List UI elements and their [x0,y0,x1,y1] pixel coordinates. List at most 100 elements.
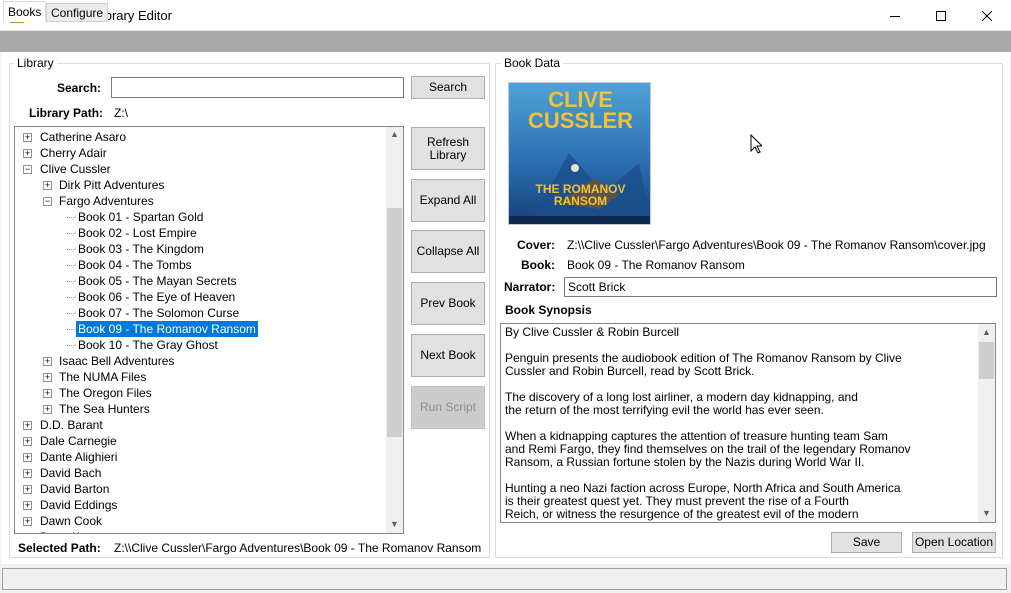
minimize-button[interactable] [872,0,918,31]
expand-node-icon[interactable]: + [23,501,32,510]
synopsis-textarea[interactable]: By Clive Cussler & Robin Burcell Penguin… [500,323,996,523]
tree-node-label[interactable]: Isaac Bell Adventures [57,353,176,369]
tree-node-label[interactable]: David Bach [38,465,103,481]
tree-node-label[interactable]: Catherine Asaro [38,129,128,145]
collapse-node-icon[interactable]: − [23,165,32,174]
expand-node-icon[interactable]: + [23,485,32,494]
tree-node[interactable]: Book 01 - Spartan Gold [15,209,385,225]
tree-node-label[interactable]: Book 05 - The Mayan Secrets [76,273,239,289]
run-script-button[interactable]: Run Script [411,386,485,429]
expand-node-icon[interactable]: + [23,437,32,446]
tree-node[interactable]: Book 07 - The Solomon Curse [15,305,385,321]
library-group-label: Library [14,56,57,70]
maximize-button[interactable] [918,0,964,31]
tree-node-label[interactable]: Book 07 - The Solomon Curse [76,305,241,321]
tree-node-label[interactable]: Dirk Pitt Adventures [57,177,166,193]
tree-node[interactable]: + Dante Alighieri [15,449,385,465]
tree-node[interactable]: − Clive Cussler [15,161,385,177]
scroll-down-icon[interactable]: ▼ [386,519,403,529]
expand-node-icon[interactable]: + [43,357,52,366]
tree-node[interactable]: − Fargo Adventures [15,193,385,209]
tree-node-label[interactable]: Dawn Cook [38,513,104,529]
tree-node[interactable]: + Cherry Adair [15,145,385,161]
tree-node[interactable]: Book 02 - Lost Empire [15,225,385,241]
synopsis-scroll-down-icon[interactable]: ▼ [978,508,995,518]
tree-node-label[interactable]: The Sea Hunters [57,401,152,417]
refresh-library-button[interactable]: Refresh Library [411,127,485,170]
scroll-up-icon[interactable]: ▲ [386,129,403,139]
tree-node[interactable]: Book 03 - The Kingdom [15,241,385,257]
narrator-field[interactable] [564,277,997,297]
tree-node-label-selected[interactable]: Book 09 - The Romanov Ransom [76,321,258,337]
expand-all-button[interactable]: Expand All [411,179,485,222]
tree-node[interactable]: + Isaac Bell Adventures [15,353,385,369]
tree-node[interactable]: + The Sea Hunters [15,401,385,417]
tree-node-label[interactable]: Book 04 - The Tombs [76,257,194,273]
save-button[interactable]: Save [831,532,902,553]
expand-node-icon[interactable]: + [23,453,32,462]
tree-node[interactable]: Book 05 - The Mayan Secrets [15,273,385,289]
synopsis-scroll-up-icon[interactable]: ▲ [978,327,995,337]
expand-node-icon[interactable]: + [43,373,52,382]
tree-node[interactable]: + Dean Koontz [15,529,385,534]
expand-node-icon[interactable]: + [23,133,32,142]
tree-node[interactable]: + Catherine Asaro [15,129,385,145]
tree-node-label[interactable]: D.D. Barant [38,417,105,433]
tree-node-label[interactable]: Dale Carnegie [38,433,119,449]
open-location-button[interactable]: Open Location [912,532,996,553]
expand-node-icon[interactable]: + [23,421,32,430]
collapse-all-button[interactable]: Collapse All [411,230,485,273]
tree-node-label[interactable]: David Eddings [38,497,119,513]
tree-node-label[interactable]: Book 01 - Spartan Gold [76,209,205,225]
tree-scroll-thumb[interactable] [387,208,402,437]
synopsis-scrollbar[interactable]: ▲ ▼ [978,324,995,522]
tree-scrollbar[interactable]: ▲ ▼ [386,127,403,533]
tree-node[interactable]: Book 10 - The Gray Ghost [15,337,385,353]
tree-node[interactable]: Book 04 - The Tombs [15,257,385,273]
tree-node-label[interactable]: Book 06 - The Eye of Heaven [76,289,237,305]
prev-book-button[interactable]: Prev Book [411,282,485,325]
tree-node-label[interactable]: Book 02 - Lost Empire [76,225,199,241]
tree-connector [67,217,76,218]
tree-node-label[interactable]: The Oregon Files [57,385,154,401]
synopsis-scroll-thumb[interactable] [979,342,994,379]
tree-node-label[interactable]: David Barton [38,481,111,497]
tree-node[interactable]: + David Barton [15,481,385,497]
collapse-node-icon[interactable]: − [43,197,52,206]
tree-connector [67,233,76,234]
next-book-button[interactable]: Next Book [411,334,485,377]
expand-node-icon[interactable]: + [43,181,52,190]
tree-node[interactable]: + D.D. Barant [15,417,385,433]
tree-node-label[interactable]: Book 03 - The Kingdom [76,241,206,257]
expand-node-icon[interactable]: + [25,533,30,534]
tree-node-label[interactable]: Clive Cussler [38,161,113,177]
expand-node-icon[interactable]: + [23,149,32,158]
tree-node[interactable]: Book 06 - The Eye of Heaven [15,289,385,305]
narrator-label: Narrator: [504,280,556,294]
close-button[interactable] [964,0,1010,31]
search-input[interactable] [111,77,404,98]
expand-node-icon[interactable]: + [23,469,32,478]
expand-node-icon[interactable]: + [23,517,32,526]
tree-node-label[interactable]: Dante Alighieri [38,449,119,465]
tree-node[interactable]: + The Oregon Files [15,385,385,401]
tree-node-label[interactable]: Dean Koontz [38,529,111,533]
tree-connector [67,297,76,298]
tree-node[interactable]: + David Bach [15,465,385,481]
library-tree[interactable]: + Catherine Asaro + Cherry Adair − Clive Cuss… [14,126,404,534]
tab-configure[interactable]: Configure [46,3,109,22]
tree-node[interactable]: + David Eddings [15,497,385,513]
tree-node-label[interactable]: Book 10 - The Gray Ghost [76,337,220,353]
expand-node-icon[interactable]: + [43,389,52,398]
tree-node[interactable]: + Dirk Pitt Adventures [15,177,385,193]
tree-node-label[interactable]: Fargo Adventures [57,193,156,209]
expand-node-icon[interactable]: + [43,405,52,414]
search-button[interactable]: Search [411,76,485,99]
tree-node-label[interactable]: The NUMA Files [57,369,148,385]
tree-node-label[interactable]: Cherry Adair [38,145,109,161]
tree-node[interactable]: Book 09 - The Romanov Ransom [15,321,385,337]
tree-node[interactable]: + The NUMA Files [15,369,385,385]
tab-books[interactable]: Books [3,1,47,22]
tree-node[interactable]: + Dale Carnegie [15,433,385,449]
tree-node[interactable]: + Dawn Cook [15,513,385,529]
